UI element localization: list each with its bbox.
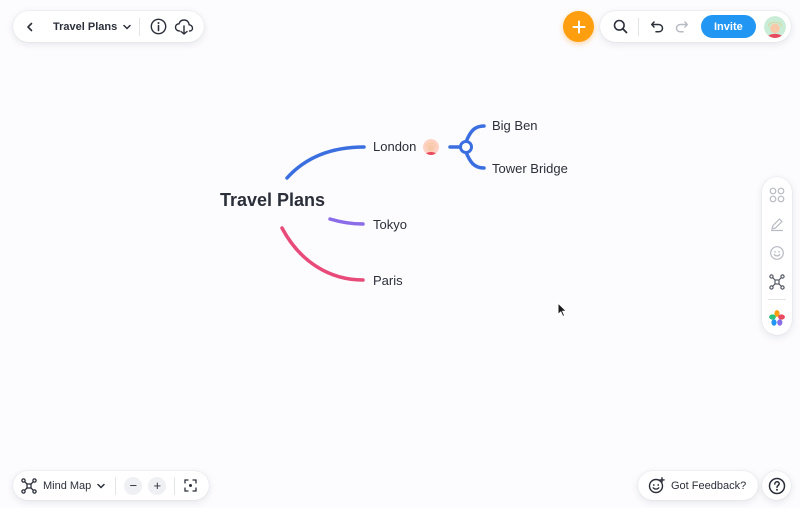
sticker-icon xyxy=(770,245,784,260)
invite-button[interactable]: Invite xyxy=(701,15,756,38)
collapse-toggle[interactable] xyxy=(459,140,473,154)
pen-icon xyxy=(771,217,783,231)
board-title: Travel Plans xyxy=(53,20,118,33)
mind-map-canvas[interactable] xyxy=(0,0,800,508)
node-tokyo[interactable]: Tokyo xyxy=(373,217,407,232)
fit-screen-button[interactable] xyxy=(179,475,201,497)
top-right-toolbar: Invite xyxy=(600,11,791,42)
avatar xyxy=(423,139,439,155)
search-icon xyxy=(613,19,627,34)
help-button[interactable] xyxy=(762,471,791,500)
chevron-down-icon xyxy=(123,24,131,30)
shapes-icon xyxy=(769,187,785,202)
sub-connector-big-ben xyxy=(464,124,486,144)
board-title-dropdown[interactable]: Travel Plans xyxy=(41,21,139,33)
help-icon xyxy=(768,477,785,494)
view-mode-dropdown[interactable]: Mind Map xyxy=(21,477,115,494)
sticker-button[interactable] xyxy=(765,241,789,264)
search-button[interactable] xyxy=(608,15,632,39)
divider xyxy=(768,299,786,301)
undo-button[interactable] xyxy=(645,15,669,39)
cloud-button[interactable] xyxy=(172,15,196,39)
palette-button[interactable] xyxy=(765,306,789,329)
divider xyxy=(139,17,141,36)
cloud-download-icon xyxy=(175,18,194,35)
layout-button[interactable] xyxy=(765,270,789,293)
add-button[interactable] xyxy=(563,11,594,42)
back-button[interactable] xyxy=(19,16,41,38)
divider xyxy=(638,17,639,36)
plus-icon xyxy=(572,20,585,33)
redo-icon xyxy=(675,21,688,33)
node-paris[interactable]: Paris xyxy=(373,273,403,288)
feedback-button[interactable]: Got Feedback? xyxy=(638,471,759,500)
root-node[interactable]: Travel Plans xyxy=(220,190,325,211)
fit-screen-icon xyxy=(184,479,197,492)
bottom-toolbar: Mind Map − + xyxy=(13,471,210,500)
branch-connector-tokyo xyxy=(328,217,365,226)
view-mode-label: Mind Map xyxy=(43,479,92,492)
feedback-label: Got Feedback? xyxy=(671,479,747,492)
divider xyxy=(174,476,176,495)
branch-connector-london xyxy=(285,145,366,180)
palette-icon xyxy=(769,309,785,326)
redo-button[interactable] xyxy=(669,15,693,39)
shapes-button[interactable] xyxy=(765,183,789,206)
board-header: Travel Plans xyxy=(13,11,205,42)
undo-icon xyxy=(650,21,663,33)
info-icon xyxy=(150,18,167,35)
right-toolbar xyxy=(762,177,792,335)
chevron-down-icon xyxy=(97,483,106,489)
branch-connector-paris xyxy=(280,226,365,282)
feedback-icon xyxy=(648,477,665,494)
pen-button[interactable] xyxy=(765,212,789,235)
divider xyxy=(115,476,117,495)
layout-icon xyxy=(769,273,785,290)
chevron-left-icon xyxy=(27,22,33,31)
mouse-cursor-icon xyxy=(557,302,568,318)
node-big-ben[interactable]: Big Ben xyxy=(492,118,538,133)
sub-connector-tower-bridge xyxy=(464,150,486,170)
avatar[interactable] xyxy=(763,15,786,38)
mind-map-icon xyxy=(21,477,37,494)
node-london[interactable]: London xyxy=(373,139,416,154)
info-button[interactable] xyxy=(146,15,170,39)
zoom-in-button[interactable]: + xyxy=(148,476,167,495)
zoom-out-button[interactable]: − xyxy=(124,476,143,495)
node-tower-bridge[interactable]: Tower Bridge xyxy=(492,161,568,176)
